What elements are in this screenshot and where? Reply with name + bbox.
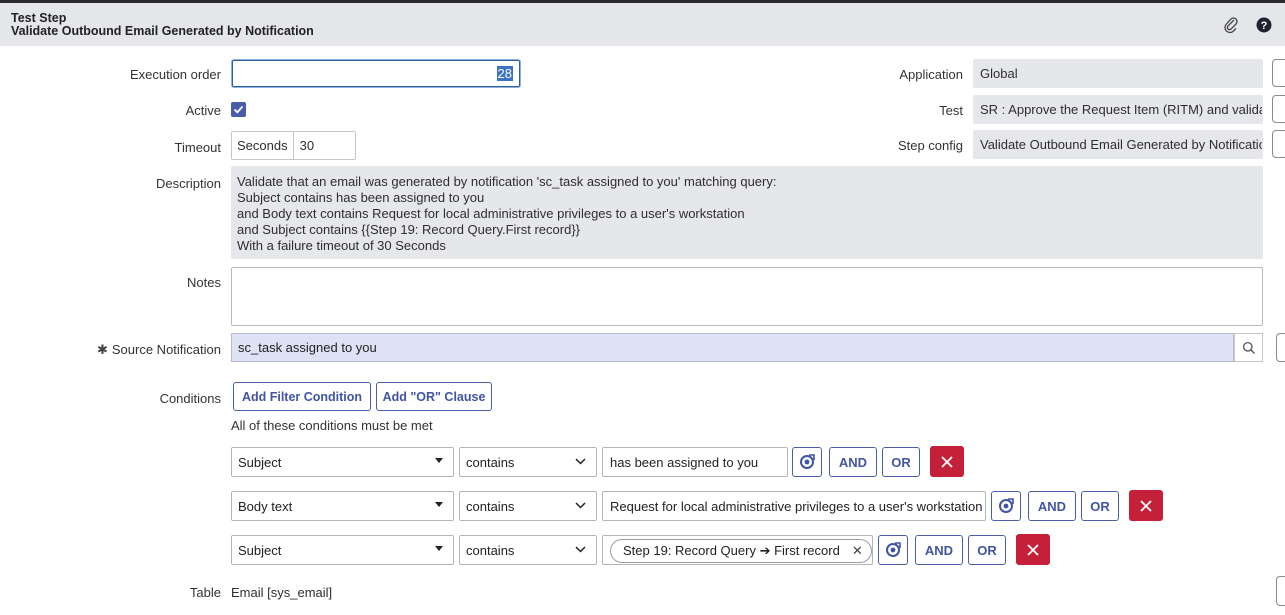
and-button[interactable]: AND	[829, 447, 877, 477]
delete-condition-button[interactable]	[1129, 490, 1163, 521]
caret-down-icon	[435, 546, 443, 551]
condition-operator-value: contains	[466, 454, 515, 470]
condition-value-input[interactable]: Request for local administrative privile…	[602, 491, 986, 521]
close-icon	[1140, 499, 1152, 512]
condition-value-pill-input[interactable]: Step 19: Record Query ➔ First record ✕	[602, 535, 873, 565]
data-pill-picker-icon[interactable]	[792, 447, 822, 477]
add-or-clause-button[interactable]: Add "OR" Clause	[376, 382, 492, 411]
table-value: Email [sys_email]	[231, 585, 333, 600]
timeout-label: Timeout	[174, 140, 221, 155]
conditions-label: Conditions	[159, 391, 221, 406]
data-pill-label: Step 19: Record Query ➔ First record	[623, 543, 840, 558]
description-label: Description	[155, 176, 221, 191]
help-circle-icon[interactable]: ?	[1255, 16, 1273, 34]
data-pill-picker-icon[interactable]	[878, 535, 908, 565]
condition-field-value: Subject	[238, 454, 282, 470]
execution-order-input[interactable]: 28	[232, 60, 520, 87]
step-config-field: Validate Outbound Email Generated by Not…	[973, 130, 1263, 159]
and-button[interactable]: AND	[915, 535, 963, 565]
or-button[interactable]: OR	[1081, 491, 1119, 521]
description-line: Validate that an email was generated by …	[237, 174, 777, 189]
required-mark: ✱	[96, 342, 108, 357]
step-config-lookup-button[interactable]	[1272, 130, 1285, 158]
and-button[interactable]: AND	[1028, 491, 1076, 521]
condition-value-input[interactable]: has been assigned to you	[602, 447, 788, 477]
close-icon	[1027, 543, 1039, 556]
checkmark-icon	[233, 105, 244, 114]
condition-field-value: Subject	[238, 542, 282, 558]
application-field: Global	[973, 59, 1263, 88]
caret-down-icon	[435, 502, 443, 507]
description-line: and Subject contains {{Step 19: Record Q…	[237, 222, 581, 237]
condition-operator-value: contains	[466, 542, 515, 558]
condition-field-select[interactable]: Body text	[231, 491, 454, 521]
add-filter-condition-button[interactable]: Add Filter Condition	[233, 382, 371, 411]
table-label: Table	[189, 585, 221, 600]
condition-field-select[interactable]: Subject	[231, 447, 454, 477]
form-header: Test Step Validate Outbound Email Genera…	[0, 3, 1285, 46]
condition-operator-value: contains	[466, 498, 515, 514]
conditions-hint: All of these conditions must be met	[231, 418, 433, 433]
source-notification-label: ✱ Source Notification	[97, 342, 221, 358]
chevron-down-icon	[575, 546, 586, 553]
timeout-unit[interactable]: Seconds	[232, 132, 294, 159]
test-field: SR : Approve the Request Item (RITM) and…	[973, 95, 1263, 124]
execution-order-value: 28	[496, 66, 513, 81]
notes-textarea[interactable]	[231, 267, 1263, 326]
condition-operator-select[interactable]: contains	[459, 447, 597, 477]
application-lookup-button[interactable]	[1272, 59, 1285, 87]
source-notification-info-button[interactable]	[1276, 333, 1285, 362]
notes-label: Notes	[187, 275, 221, 290]
active-label: Active	[185, 103, 221, 118]
paperclip-icon[interactable]	[1222, 16, 1240, 34]
data-pill[interactable]: Step 19: Record Query ➔ First record ✕	[610, 539, 872, 563]
step-config-label: Step config	[897, 138, 963, 153]
condition-field-value: Body text	[238, 498, 293, 514]
description-line: With a failure timeout of 30 Seconds	[237, 238, 446, 253]
or-button[interactable]: OR	[882, 447, 920, 477]
condition-field-select[interactable]: Subject	[231, 535, 454, 565]
application-label: Application	[899, 67, 963, 82]
caret-down-icon	[435, 458, 443, 463]
active-checkbox[interactable]	[231, 102, 246, 117]
header-subtitle: Validate Outbound Email Generated by Not…	[11, 24, 314, 38]
source-notification-label-text: Source Notification	[111, 342, 221, 357]
test-label: Test	[939, 103, 963, 118]
description-line: and Body text contains Request for local…	[237, 206, 745, 221]
header-title: Test Step	[11, 11, 67, 25]
chevron-down-icon	[575, 458, 586, 465]
test-lookup-button[interactable]	[1272, 95, 1285, 123]
close-icon	[941, 455, 953, 468]
timeout-value[interactable]: 30	[294, 132, 355, 159]
svg-text:?: ?	[1261, 20, 1268, 32]
condition-operator-select[interactable]: contains	[459, 535, 597, 565]
chevron-down-icon	[575, 502, 586, 509]
source-notification-input[interactable]: sc_task assigned to you	[231, 333, 1234, 362]
condition-operator-select[interactable]: contains	[459, 491, 597, 521]
timeout-field[interactable]: Seconds 30	[231, 131, 356, 160]
remove-pill-icon[interactable]: ✕	[852, 543, 863, 559]
description-field: Validate that an email was generated by …	[231, 166, 1263, 259]
search-icon[interactable]	[1234, 333, 1263, 362]
or-button[interactable]: OR	[968, 535, 1006, 565]
execution-order-label: Execution order	[129, 67, 221, 82]
delete-condition-button[interactable]	[930, 446, 964, 477]
table-info-button[interactable]	[1276, 576, 1285, 606]
delete-condition-button[interactable]	[1016, 534, 1050, 565]
description-line: Subject contains has been assigned to yo…	[237, 190, 485, 205]
data-pill-picker-icon[interactable]	[991, 491, 1021, 521]
